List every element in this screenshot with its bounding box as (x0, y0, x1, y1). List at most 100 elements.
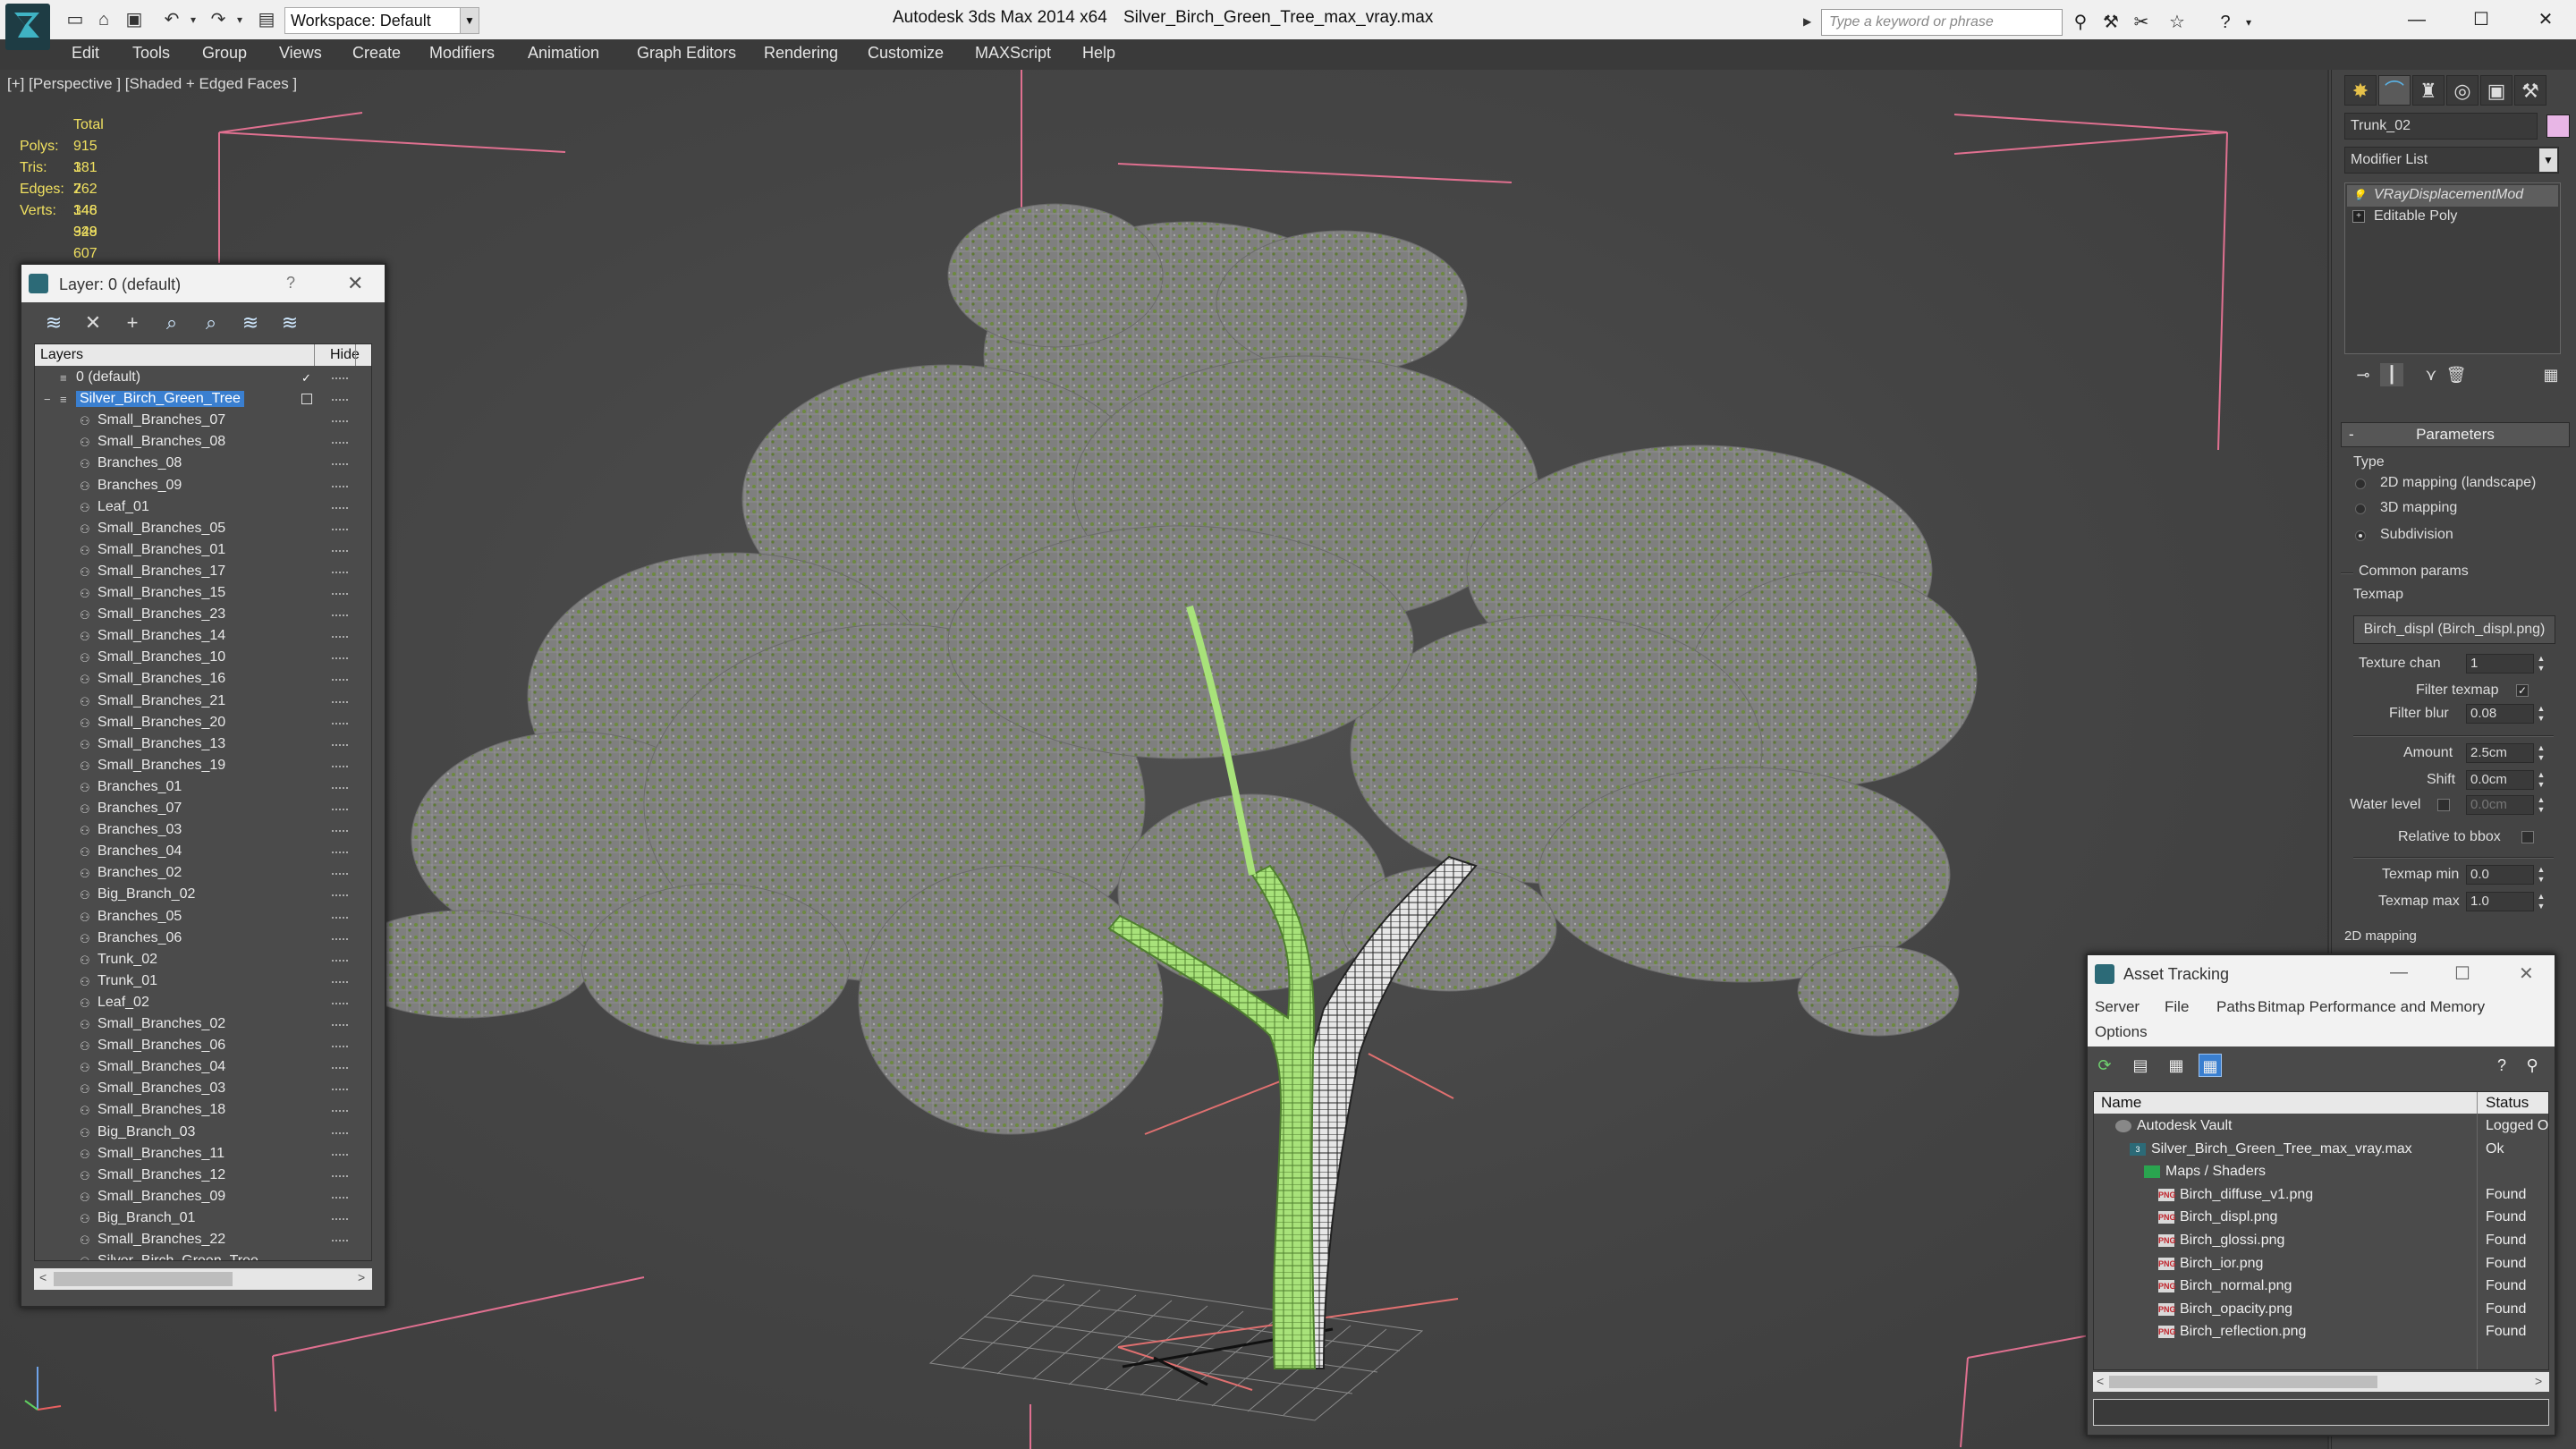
radio-button[interactable] (2355, 504, 2366, 514)
hide-toggle[interactable] (332, 852, 348, 854)
hide-toggle[interactable] (332, 722, 348, 725)
menu-options[interactable]: Options (2095, 1023, 2148, 1041)
layer-row[interactable]: ⚇ Small_Branches_01 (35, 540, 371, 562)
detail-view-icon[interactable]: ▦ (2165, 1054, 2188, 1077)
hide-toggle[interactable] (332, 1217, 348, 1221)
layer-row[interactable]: ⚇ Branches_06 (35, 928, 371, 950)
filter-texmap-checkbox[interactable]: ✓ (2516, 684, 2529, 697)
chevron-down-icon[interactable]: ▼ (460, 7, 479, 34)
column-header-status[interactable]: Status (2486, 1094, 2529, 1112)
hide-toggle[interactable] (332, 937, 348, 941)
layer-row[interactable]: ⚇ Small_Branches_13 (35, 734, 371, 756)
layer-row[interactable]: ⚇ Small_Branches_02 (35, 1014, 371, 1036)
make-unique-icon[interactable]: ⋎ (2419, 363, 2443, 386)
layer-row[interactable]: ⚇ Small_Branches_09 (35, 1187, 371, 1208)
chevron-down-icon[interactable]: ▼ (2539, 148, 2557, 172)
layer-row[interactable]: ⚇ Leaf_02 (35, 993, 371, 1014)
scroll-left-icon[interactable]: < (2097, 1374, 2104, 1388)
hide-toggle[interactable] (332, 1002, 348, 1005)
layer-row[interactable]: ⚇ Small_Branches_18 (35, 1100, 371, 1122)
spinner-icon[interactable]: ▲ ▼ (2536, 770, 2546, 790)
spinner-icon[interactable]: ▲ ▼ (2536, 743, 2546, 763)
scrollbar-thumb[interactable] (54, 1272, 233, 1286)
layer-row[interactable]: ⚇ Small_Branches_05 (35, 519, 371, 540)
horizontal-scrollbar[interactable]: < > (2093, 1372, 2549, 1392)
table-view-icon[interactable]: ▦ (2199, 1054, 2222, 1077)
spinner-icon[interactable]: ▲ ▼ (2536, 865, 2546, 885)
layer-row[interactable]: ⚇ Small_Branches_12 (35, 1165, 371, 1187)
subscription-icon[interactable]: ⚒ (2098, 11, 2123, 34)
column-header-name[interactable]: Name (2101, 1094, 2141, 1112)
hide-toggle[interactable] (332, 830, 348, 833)
hide-toggle[interactable] (332, 809, 348, 811)
scroll-right-icon[interactable]: > (358, 1270, 365, 1284)
highlight-selected-icon[interactable]: ⌕ (199, 311, 224, 335)
maximize-button[interactable]: ☐ (2454, 962, 2470, 985)
set-current-layer-icon[interactable] (301, 394, 312, 405)
asset-row[interactable]: PNG Birch_opacity.png Found (2094, 1299, 2548, 1320)
hide-toggle[interactable] (332, 1110, 348, 1113)
menu-rendering[interactable]: Rendering (764, 44, 838, 63)
menu-graph-editors[interactable]: Graph Editors (637, 44, 736, 63)
layer-row[interactable]: ⚇ Small_Branches_07 (35, 411, 371, 432)
texmap-max-input[interactable]: 1.0 (2466, 892, 2534, 911)
expand-search-icon[interactable]: ▶ (1803, 9, 1818, 34)
texmap-button[interactable]: Birch_displ (Birch_displ.png) (2353, 615, 2555, 644)
modify-tab-icon[interactable]: ⌒ (2378, 75, 2411, 106)
undo-icon[interactable]: ↶ (161, 9, 182, 30)
layer-row[interactable]: ⚇ Big_Branch_01 (35, 1208, 371, 1230)
asset-row[interactable]: PNG Birch_diffuse_v1.png Found (2094, 1184, 2548, 1206)
water-level-checkbox[interactable] (2437, 799, 2450, 811)
hide-toggle[interactable] (332, 1024, 348, 1027)
spinner-icon[interactable]: ▲ ▼ (2536, 654, 2546, 674)
hide-unhide-all-icon[interactable]: ≋ (238, 311, 263, 335)
close-button[interactable]: ✕ (347, 272, 363, 295)
select-objects-icon[interactable]: ⌕ (159, 311, 184, 335)
layer-row[interactable]: ⚇ Small_Branches_10 (35, 648, 371, 669)
hide-toggle[interactable] (332, 420, 348, 423)
pin-stack-icon[interactable]: ⊸ (2351, 363, 2375, 386)
radio-button[interactable] (2355, 530, 2366, 541)
freeze-unfreeze-all-icon[interactable]: ≋ (277, 311, 302, 335)
list-view-icon[interactable]: ▤ (2129, 1054, 2152, 1077)
motion-tab-icon[interactable]: ◎ (2446, 75, 2479, 106)
collapse-icon[interactable]: − (44, 394, 56, 406)
workspace-dropdown[interactable]: Workspace: Default (284, 7, 479, 34)
object-name-field[interactable]: Trunk_02 (2344, 113, 2538, 140)
hide-toggle[interactable] (332, 636, 348, 639)
display-tab-icon[interactable]: ▣ (2480, 75, 2512, 106)
layer-row[interactable]: ⚇ Small_Branches_03 (35, 1079, 371, 1100)
layer-row[interactable]: ⚇ Small_Branches_06 (35, 1036, 371, 1057)
filter-blur-input[interactable]: 0.08 (2466, 704, 2534, 724)
menu-animation[interactable]: Animation (528, 44, 599, 63)
menu-paths[interactable]: Paths (2216, 998, 2255, 1016)
hide-toggle[interactable] (332, 442, 348, 445)
expand-plus-icon[interactable]: + (2352, 210, 2365, 223)
add-to-layer-icon[interactable]: + (120, 311, 145, 335)
viewport-label[interactable]: [+] [Perspective ] [Shaded + Edged Faces… (7, 75, 297, 93)
menu-bitmap-performance[interactable]: Bitmap Performance and Memory (2258, 998, 2485, 1016)
hide-toggle[interactable] (332, 1089, 348, 1091)
hide-toggle[interactable] (332, 1196, 348, 1199)
communication-center-icon[interactable]: ✂ (2129, 11, 2154, 34)
refresh-icon[interactable]: ⟳ (2093, 1054, 2116, 1077)
scroll-left-icon[interactable]: < (39, 1270, 47, 1284)
texmap-min-input[interactable]: 0.0 (2466, 865, 2534, 885)
new-file-icon[interactable]: ▭ (64, 9, 86, 30)
layer-row[interactable]: ⚇ Big_Branch_02 (35, 885, 371, 906)
asset-window-titlebar[interactable]: Asset Tracking — ☐ ✕ (2088, 955, 2555, 993)
asset-row[interactable]: PNG Birch_normal.png Found (2094, 1275, 2548, 1297)
layer-row[interactable]: ⚇ Branches_02 (35, 863, 371, 885)
show-end-result-icon[interactable]: ┃ (2380, 363, 2403, 386)
layer-row[interactable]: ⚇ Small_Branches_23 (35, 605, 371, 626)
hierarchy-tab-icon[interactable]: ♜ (2412, 75, 2445, 106)
asset-row[interactable]: Maps / Shaders (2094, 1161, 2548, 1182)
hide-toggle[interactable] (332, 463, 348, 466)
hide-toggle[interactable] (332, 377, 348, 380)
app-menu-button[interactable] (5, 4, 50, 50)
menu-file[interactable]: File (2165, 998, 2189, 1016)
layer-row[interactable]: ⚇ Small_Branches_19 (35, 756, 371, 777)
layer-window-titlebar[interactable]: Layer: 0 (default) ? ✕ (21, 265, 385, 302)
redo-icon[interactable]: ↷ (208, 9, 229, 30)
asset-path-field[interactable] (2093, 1399, 2549, 1426)
